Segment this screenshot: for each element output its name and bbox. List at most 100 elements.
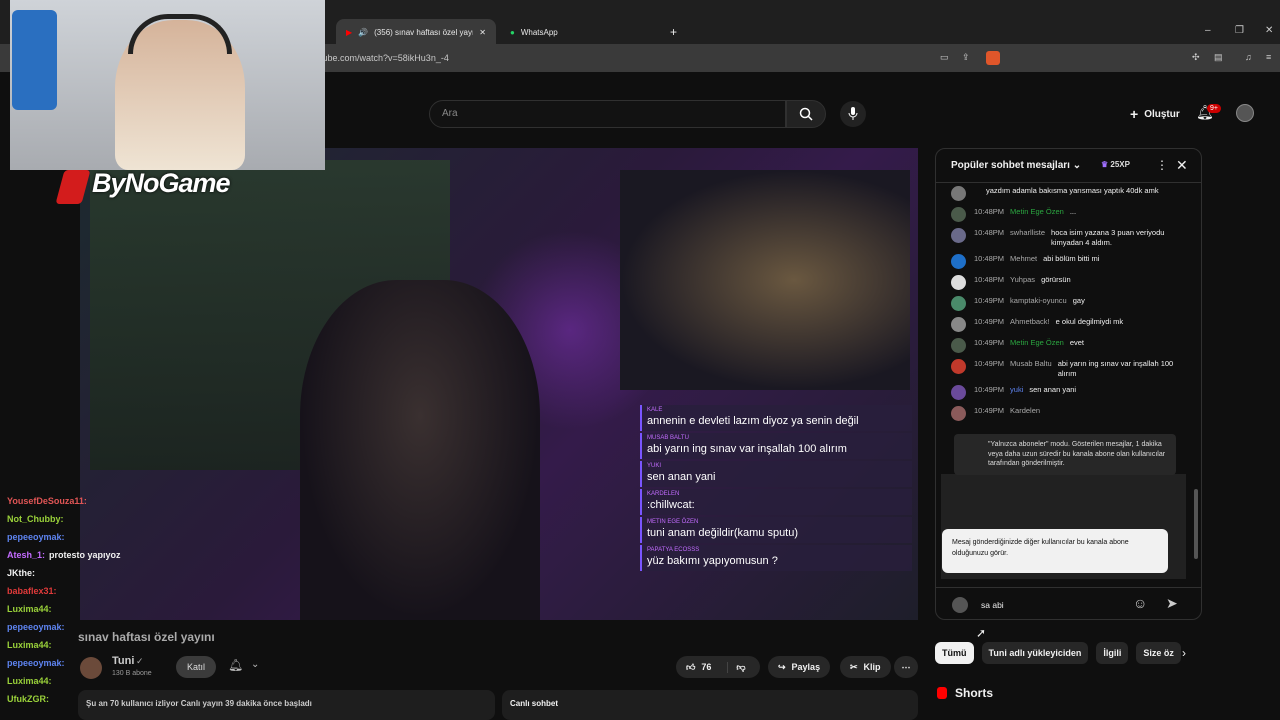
chat-input[interactable] [981,596,1136,614]
chat-author-name[interactable]: Mehmet [1010,254,1037,264]
minimize-icon[interactable]: – [1205,25,1211,36]
create-button[interactable]: + Oluştur [1120,101,1190,127]
dislike-button[interactable]: 👎︎ [727,661,753,673]
channel-name[interactable]: Tuni [112,655,134,667]
tab-youtube[interactable]: ▶ 🔊 (356) sınav haftası özel yayını ✕ [336,19,496,45]
close-tab-icon[interactable]: ✕ [479,28,486,37]
chat-more-icon[interactable]: ⋮ [1156,158,1168,172]
chat-timestamp: 10:49PM [974,406,1005,415]
chat-header: Popüler sohbet mesajları ⌄ ♛ 25XP ⋮ ✕ [936,149,1201,183]
like-button[interactable]: 👍︎ 76 [676,662,721,673]
video-title: sınav haftası özel yayını [78,630,215,644]
chat-message: 10:49PM Musab Baltu abi yarın ing sınav va… [936,356,1198,382]
chat-author-avatar[interactable] [951,228,966,243]
emoji-icon[interactable]: ☺ [1133,595,1147,611]
chat-author-name[interactable]: Metin Ege Özen [1010,338,1064,348]
live-chat-panel: Popüler sohbet mesajları ⌄ ♛ 25XP ⋮ ✕ ya… [935,148,1202,620]
twitch-chat-line: JKthe: [0,564,295,582]
chat-timestamp: 10:49PM [974,359,1005,368]
chat-author-name[interactable]: kamptaki-oyuncu [1010,296,1067,306]
chat-message-text: abi bölüm bitti mi [1043,254,1100,263]
viewer-info: Şu an 70 kullanıcı izliyor Canlı yayın 3… [78,690,495,720]
notification-count-badge: 9+ [1207,104,1221,113]
chevron-down-icon[interactable]: ⌄ [251,659,259,670]
overlay-chat-user: YUKI [647,463,662,469]
chat-mode-dropdown[interactable]: Popüler sohbet mesajları ⌄ [951,160,1081,171]
xp-value: 25XP [1110,160,1130,169]
overlay-chat-message: MUSAB BALTU abi yarın ing sınav var inşal… [640,433,912,459]
overlay-chat-message: METIN EGE ÖZEN tuni anam değildir(kamu sp… [640,517,912,543]
overlay-chat-text: tuni anam değildir(kamu sputu) [647,527,799,539]
chat-author-avatar[interactable] [951,186,966,201]
chat-author-avatar[interactable] [951,338,966,353]
close-chat-icon[interactable]: ✕ [1176,157,1188,174]
filter-chip[interactable]: Tuni adlı yükleyiciden [981,642,1089,664]
close-window-icon[interactable]: ✕ [1265,25,1273,36]
xp-badge[interactable]: ♛ 25XP [1101,160,1130,169]
chat-author-avatar[interactable] [951,275,966,290]
clip-button[interactable]: ✂ Klip [840,656,891,678]
chat-message-text: yazdım adamla bakısma yarısması yaptık 4… [986,186,1159,195]
chat-author-name[interactable]: Metin Ege Özen [1010,207,1064,217]
menu-icon[interactable]: ≡ [1266,52,1271,62]
blue-cooler [12,10,57,110]
more-actions-button[interactable]: ⋯ [894,656,918,678]
chat-author-name[interactable]: swharlliste [1010,228,1045,238]
overlay-chat-user: METIN EGE ÖZEN [647,519,699,525]
subscribed-bell-icon[interactable]: 🔔︎ [228,658,243,672]
join-button[interactable]: Katıl [176,656,216,678]
tab-label: (356) sınav haftası özel yayını [374,27,474,37]
chat-author-avatar[interactable] [951,385,966,400]
chat-message-list: yazdım adamla bakısma yarısması yaptık 4… [936,183,1198,424]
brave-shield-icon[interactable] [986,51,1000,65]
chat-author-avatar[interactable] [951,207,966,222]
filter-chip[interactable]: İlgili [1096,642,1129,664]
chevron-right-icon[interactable]: › [1182,646,1186,660]
chat-author-avatar[interactable] [951,359,966,374]
extensions-icon[interactable]: ✣ [1192,52,1200,63]
chat-author-name[interactable]: Kardelen [1010,406,1040,416]
chat-author-avatar[interactable] [951,406,966,421]
chat-author-avatar[interactable] [951,317,966,332]
filter-chip[interactable]: Size öz [1136,642,1181,664]
cast-icon[interactable]: ▭ [940,52,949,63]
share-button[interactable]: ↪ Paylaş [768,656,831,678]
share-page-icon[interactable]: ⇪ [962,52,970,63]
sidebar-icon[interactable]: ▤ [1214,52,1223,63]
subscriber-tooltip: Mesaj gönderdiğinizde diğer kullanıcılar… [942,529,1168,573]
chat-scrollbar[interactable] [1194,489,1198,559]
voice-search-button[interactable] [840,101,866,127]
chat-author-name[interactable]: Ahmetback! [1010,317,1050,327]
chat-author-avatar[interactable] [951,254,966,269]
overlay-chat-user: KALE [647,407,663,413]
new-tab-button[interactable]: + [670,25,677,39]
search-button[interactable] [786,100,826,128]
scissors-icon: ✂ [850,661,858,672]
like-dislike-group: 👍︎ 76 👎︎ [676,656,760,678]
overlay-chat-message: KARDELEN:chillwcat: [640,489,912,515]
chat-input-row: ☺ ➤ [936,587,1201,619]
tab-whatsapp[interactable]: ● WhatsApp [500,19,660,45]
account-avatar[interactable] [1236,104,1254,122]
chat-author-name[interactable]: yuki [1010,385,1023,395]
chat-author-name[interactable]: Yuhpas [1010,275,1035,285]
search-input[interactable]: Ara [429,100,786,128]
chat-timestamp: 10:49PM [974,338,1005,347]
background-painting [620,170,910,390]
url-field[interactable]: tube.com/watch?v=58ikHu3n_-4 [320,50,1020,67]
channel-avatar[interactable] [80,657,102,679]
chat-message: 10:48PM Metin Ege Özen... [936,204,1198,225]
chat-author-name[interactable]: Musab Baltu [1010,359,1052,369]
chat-message-text: sen anan yani [1029,385,1077,394]
filter-chip[interactable]: Tümü [935,642,974,664]
chat-timestamp: 10:48PM [974,275,1005,284]
chat-author-avatar[interactable] [951,296,966,311]
chevron-down-icon: ⌄ [1072,160,1082,171]
send-icon[interactable]: ➤ [1166,595,1178,612]
create-label: Oluştur [1144,108,1180,120]
chat-message: yazdım adamla bakısma yarısması yaptık 4… [936,183,1198,204]
live-chat-card[interactable]: Canlı sohbet [502,690,918,720]
youtube-favicon-icon: ▶ [346,27,353,37]
media-icon[interactable]: ♫ [1245,52,1252,62]
restore-icon[interactable]: ❐ [1235,25,1244,36]
